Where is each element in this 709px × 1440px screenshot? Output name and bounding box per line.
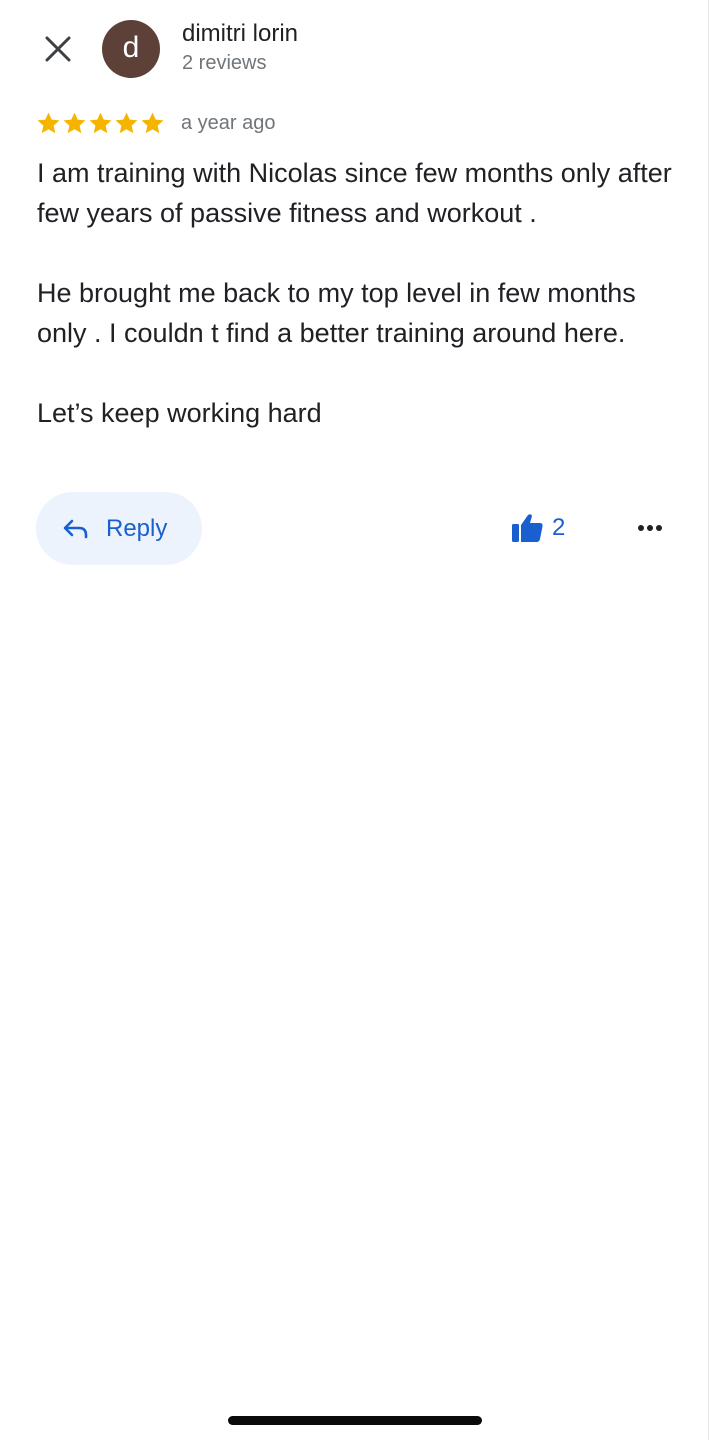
thumbs-up-icon [512, 514, 543, 542]
rating-row: a year ago [36, 108, 276, 138]
review-screen: d dimitri lorin 2 reviews a year ago I a… [0, 0, 709, 1440]
review-header: d dimitri lorin 2 reviews [0, 0, 709, 100]
star-icon [37, 112, 60, 133]
close-button[interactable] [34, 26, 82, 72]
reply-button[interactable]: Reply [36, 492, 202, 565]
star-icon [141, 112, 164, 133]
star-rating [36, 111, 165, 136]
avatar-initial: d [122, 31, 140, 64]
review-paragraph: I am training with Nicolas since few mon… [37, 158, 672, 228]
author-review-count: 2 reviews [182, 52, 267, 74]
star-icon [63, 112, 86, 133]
more-horizontal-icon [638, 525, 662, 531]
close-icon [45, 36, 71, 62]
home-indicator[interactable] [228, 1416, 482, 1425]
avatar[interactable]: d [102, 20, 160, 78]
more-options-button[interactable] [626, 508, 674, 548]
author-name[interactable]: dimitri lorin [182, 20, 298, 48]
like-button[interactable]: 2 [510, 508, 565, 548]
like-count: 2 [552, 514, 566, 541]
review-body: I am training with Nicolas since few mon… [37, 153, 677, 433]
reply-label: Reply [106, 514, 168, 542]
review-paragraph: Let’s keep working hard [37, 398, 322, 428]
review-time: a year ago [181, 111, 276, 134]
star-icon [115, 112, 138, 133]
review-paragraph: He brought me back to my top level in fe… [37, 278, 636, 348]
reply-arrow-icon [63, 519, 88, 538]
star-icon [89, 112, 112, 133]
